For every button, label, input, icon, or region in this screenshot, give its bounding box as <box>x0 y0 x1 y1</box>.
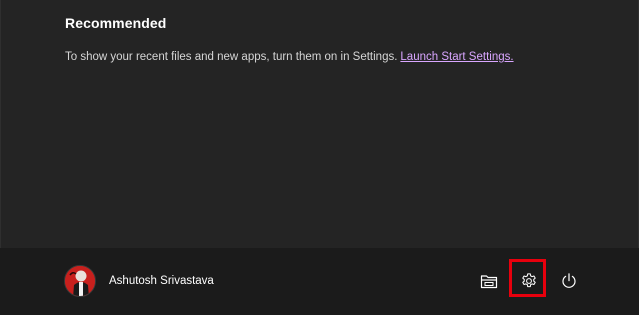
recommended-section: Recommended To show your recent files an… <box>0 0 639 248</box>
power-icon <box>562 273 576 288</box>
power-button[interactable] <box>556 268 582 294</box>
file-explorer-button[interactable] <box>476 268 502 294</box>
start-footer: Ashutosh Srivastava <box>0 248 639 315</box>
launch-start-settings-link[interactable]: Launch Start Settings. <box>400 51 513 63</box>
avatar <box>64 264 96 297</box>
recommended-message: To show your recent files and new apps, … <box>65 51 398 63</box>
settings-button[interactable] <box>516 268 542 294</box>
recommended-info-text: To show your recent files and new apps, … <box>65 51 514 63</box>
user-account-button[interactable]: Ashutosh Srivastava <box>64 264 214 297</box>
start-menu-panel: Recommended To show your recent files an… <box>0 0 639 315</box>
user-name: Ashutosh Srivastava <box>109 274 214 287</box>
avatar-image <box>65 265 95 296</box>
settings-gear-icon <box>522 273 536 288</box>
file-explorer-icon <box>480 275 498 289</box>
recommended-heading: Recommended <box>65 15 167 31</box>
